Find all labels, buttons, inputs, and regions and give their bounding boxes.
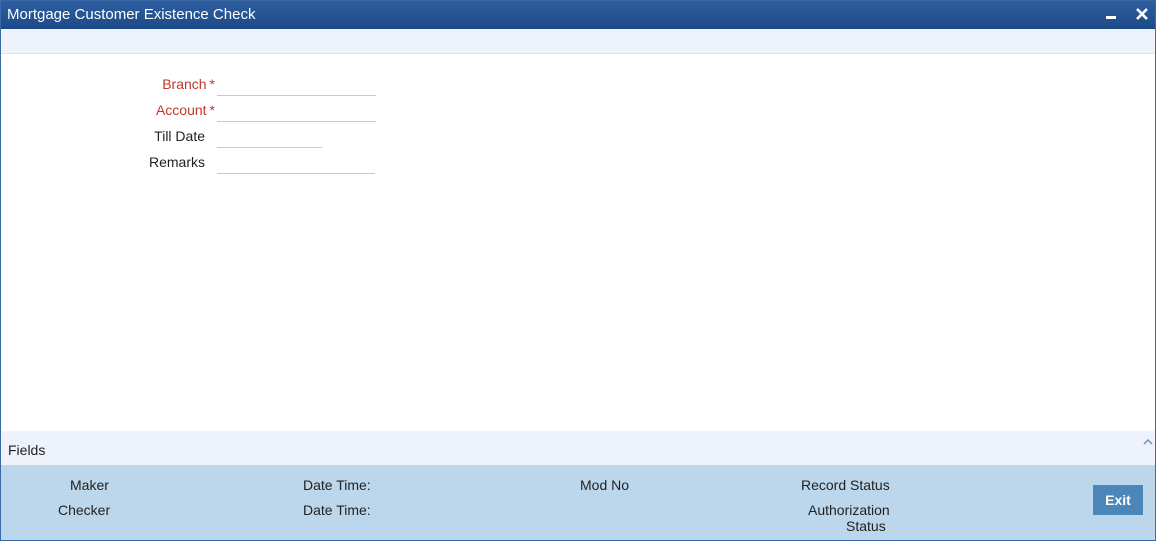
branch-label: Branch * xyxy=(162,76,215,92)
mortgage-customer-existence-check-window: Mortgage Customer Existence Check Branch… xyxy=(0,0,1156,541)
checker-label: Checker xyxy=(58,502,111,518)
exit-button[interactable]: Exit xyxy=(1093,485,1143,515)
close-icon[interactable] xyxy=(1132,4,1152,24)
maker-label: Maker xyxy=(70,477,109,493)
till-date-label: Till Date xyxy=(154,128,205,144)
branch-input[interactable] xyxy=(217,73,376,96)
account-row: Account * xyxy=(101,98,215,120)
record-status-label: Record Status xyxy=(801,477,890,493)
till-date-row: Till Date xyxy=(101,124,205,146)
window-title: Mortgage Customer Existence Check xyxy=(7,6,256,23)
account-input[interactable] xyxy=(217,99,376,122)
chevron-up-icon[interactable] xyxy=(1141,435,1155,449)
authorization-status-label: Status xyxy=(846,518,886,534)
mod-no-label: Mod No xyxy=(580,477,630,493)
maker-date-time-label: Date Time: xyxy=(303,477,371,493)
toolbar-strip xyxy=(1,29,1155,54)
branch-row: Branch * xyxy=(101,72,215,94)
remarks-label: Remarks xyxy=(148,154,205,170)
account-label: Account * xyxy=(155,102,215,118)
till-date-input[interactable] xyxy=(217,125,322,148)
title-bar: Mortgage Customer Existence Check xyxy=(1,1,1155,29)
remarks-input[interactable] xyxy=(217,151,375,174)
fields-bar: Fields xyxy=(1,431,1155,465)
audit-panel: Maker Checker Date Time: Date Time: Mod … xyxy=(1,465,1155,540)
fields-label: Fields xyxy=(8,442,46,458)
minimize-icon[interactable] xyxy=(1101,4,1121,24)
authorization-label: Authorization xyxy=(808,502,890,518)
remarks-row: Remarks xyxy=(101,150,205,172)
checker-date-time-label: Date Time: xyxy=(303,502,371,518)
